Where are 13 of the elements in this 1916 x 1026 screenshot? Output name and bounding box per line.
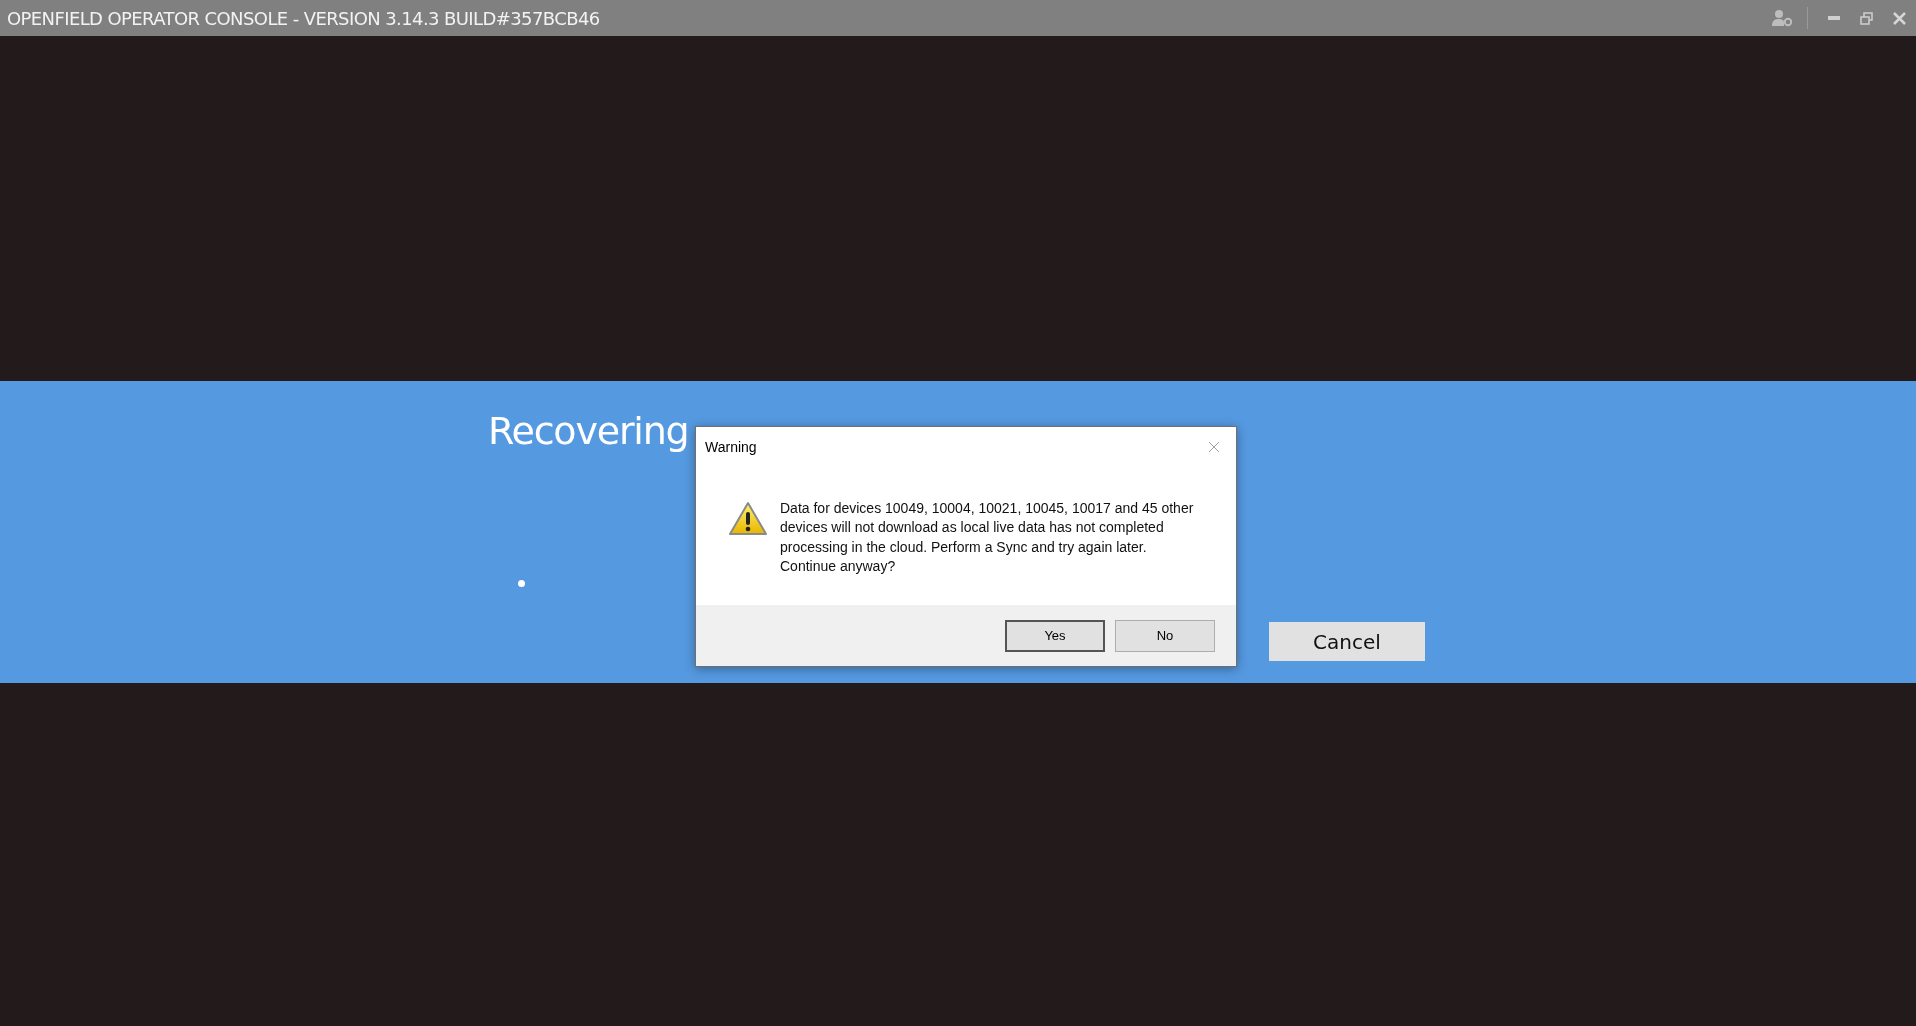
dialog-title: Warning bbox=[705, 438, 757, 455]
warning-icon bbox=[728, 501, 768, 537]
progress-heading: Recovering bbox=[488, 408, 689, 455]
loading-dot bbox=[518, 580, 525, 587]
cancel-button[interactable]: Cancel bbox=[1269, 622, 1425, 661]
no-button[interactable]: No bbox=[1115, 619, 1215, 652]
user-settings-icon[interactable] bbox=[1771, 9, 1793, 27]
restore-icon[interactable] bbox=[1860, 11, 1873, 25]
close-icon[interactable] bbox=[1208, 440, 1220, 453]
close-icon[interactable] bbox=[1893, 11, 1906, 25]
warning-message: Data for devices 10049, 10004, 10021, 10045, 10017 and 45 other devices will not download as local live data has not completed processing in the cloud. Perform a Sync and try again later. Continue anyway? bbox=[780, 499, 1195, 576]
window-title: OPENFIELD OPERATOR CONSOLE - VERSION 3.14.3 BUILD#357BCB46 bbox=[7, 7, 600, 29]
yes-button[interactable]: Yes bbox=[1005, 619, 1105, 652]
